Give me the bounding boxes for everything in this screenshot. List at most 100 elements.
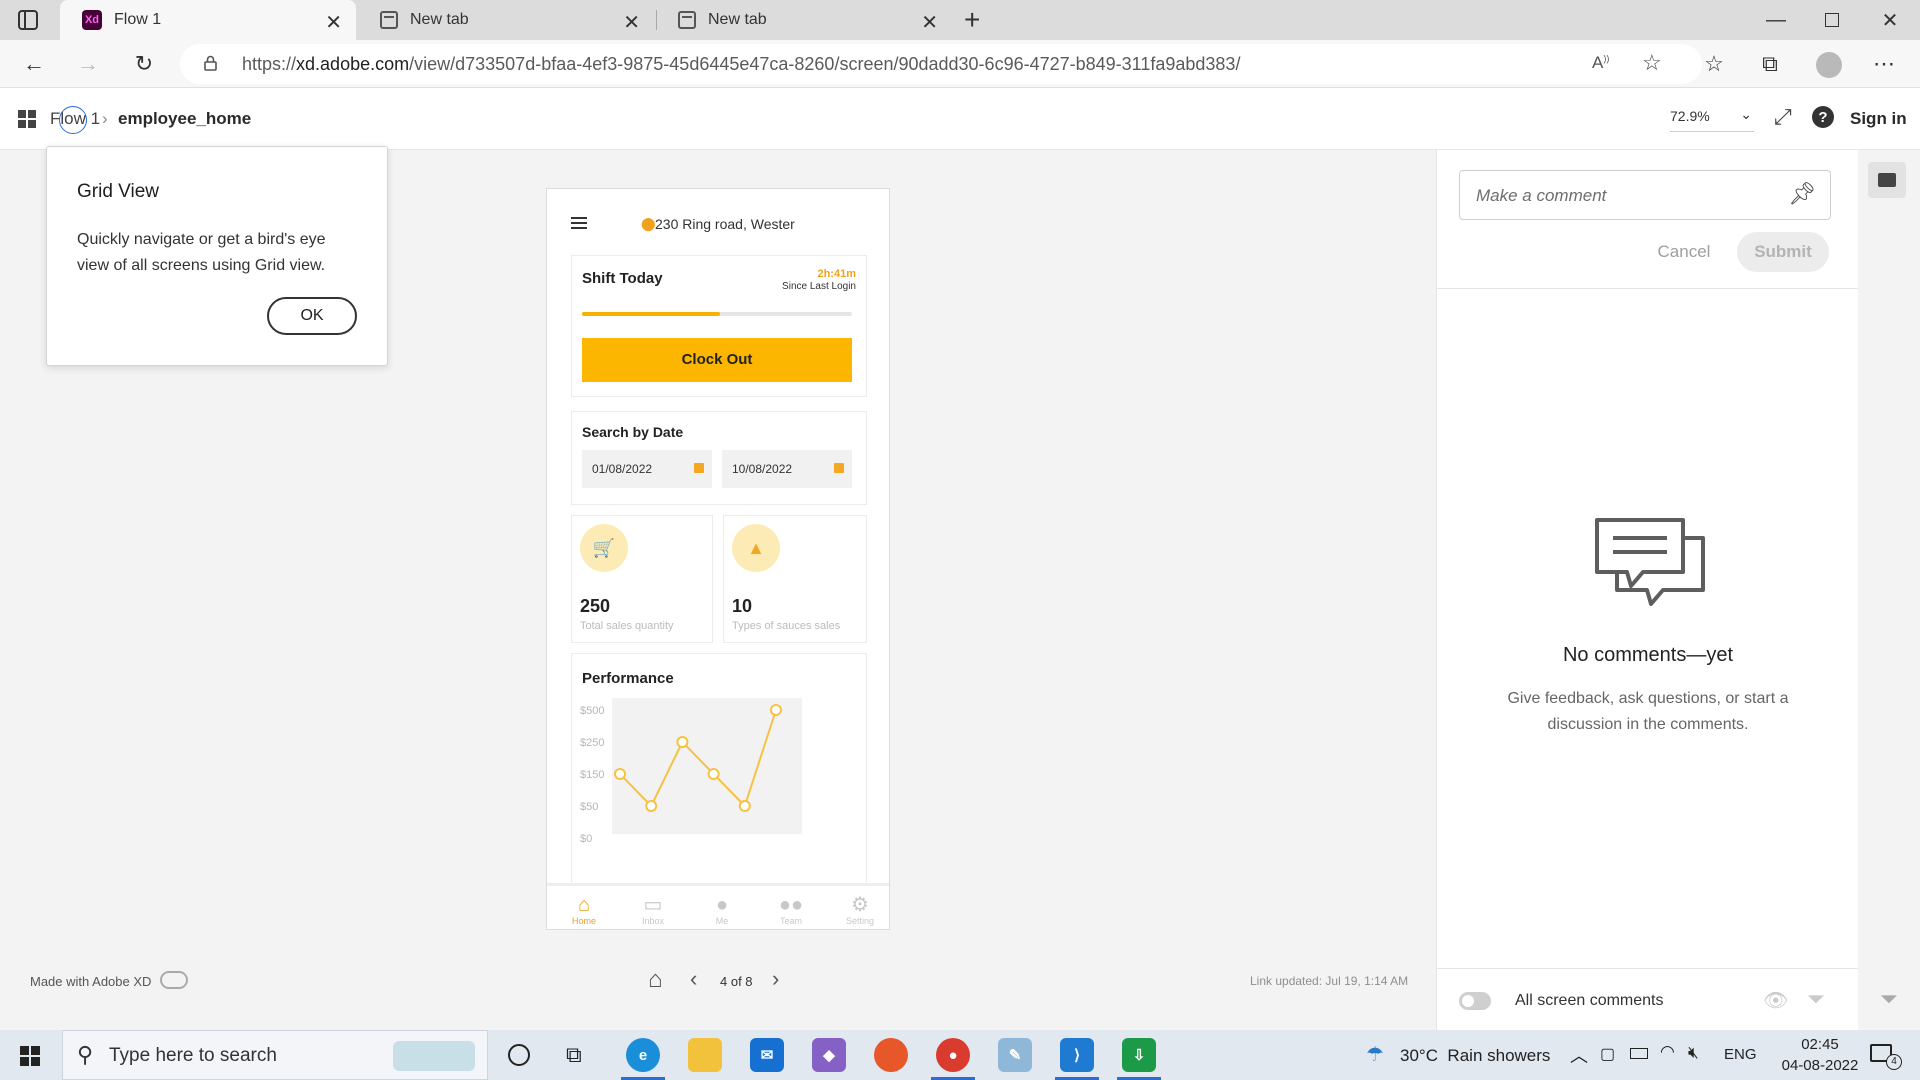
nav-label: Inbox xyxy=(641,916,665,926)
fullscreen-icon[interactable]: ⤢ xyxy=(1774,104,1792,130)
vscode-icon[interactable]: ⟩ xyxy=(1060,1038,1094,1072)
panel-divider xyxy=(1437,968,1859,969)
stat-card-sales: 🛒 250 Total sales quantity xyxy=(571,515,713,643)
comment-toggle-icon[interactable] xyxy=(1868,162,1906,198)
comment-placeholder: Make a comment xyxy=(1476,186,1607,205)
sauce-bottle-icon: ▲ xyxy=(732,524,780,572)
sign-in-link[interactable]: Sign in xyxy=(1850,109,1907,129)
stat-value: 10 xyxy=(732,596,753,616)
show-hidden-icons[interactable]: ︿ xyxy=(1570,1042,1588,1068)
back-arrow-icon[interactable]: ← xyxy=(16,48,52,80)
weather-icon[interactable]: ☂ xyxy=(1366,1042,1384,1067)
filter-icon[interactable]: ⏷ xyxy=(1807,986,1825,1012)
nav-home[interactable]: ⌂ Home xyxy=(554,894,614,926)
dialog-body: Quickly navigate or get a bird's eye vie… xyxy=(77,231,326,274)
firefox-icon[interactable] xyxy=(874,1038,908,1072)
clock-time[interactable]: 02:45 xyxy=(1790,1036,1850,1053)
home-icon[interactable]: ⌂ xyxy=(648,966,663,994)
volume-muted-icon[interactable]: 🔇︎ xyxy=(1688,1043,1699,1063)
date-from-field[interactable]: 01/08/2022 xyxy=(582,450,712,488)
mail-icon[interactable]: ✉ xyxy=(750,1038,784,1072)
new-tab-icon xyxy=(380,11,398,29)
panel-divider xyxy=(1437,288,1859,289)
previous-screen-button[interactable]: ‹ xyxy=(690,966,697,992)
download-app-icon[interactable]: ⇩ xyxy=(1122,1038,1156,1072)
hide-comments-icon[interactable]: 👁 xyxy=(1763,988,1788,1013)
close-icon[interactable]: ✕ xyxy=(325,10,342,35)
close-icon[interactable]: ✕ xyxy=(921,10,938,35)
taskbar-search-box[interactable]: ⚲ Type here to search xyxy=(62,1030,488,1080)
date-to-value: 10/08/2022 xyxy=(732,462,793,476)
tab-new-tab-1[interactable]: New tab ✕ xyxy=(358,0,654,40)
chrome-icon[interactable]: ● xyxy=(936,1038,970,1072)
nav-setting[interactable]: ⚙ Setting xyxy=(830,894,889,926)
search-title: Search by Date xyxy=(582,424,684,440)
new-tab-button[interactable]: + xyxy=(964,4,980,36)
person-icon: ● xyxy=(715,894,729,916)
meet-now-icon[interactable]: ▢ xyxy=(1600,1044,1615,1064)
link-updated: Link updated: Jul 19, 1:14 AM xyxy=(1250,974,1409,988)
zoom-select[interactable]: 72.9% ⌄ xyxy=(1670,106,1754,132)
close-icon[interactable]: ✕ xyxy=(623,10,640,35)
date-to-field[interactable]: 10/08/2022 xyxy=(722,450,852,488)
help-icon[interactable]: ? xyxy=(1812,106,1834,128)
restore-button[interactable] xyxy=(1804,0,1860,40)
minimize-button[interactable]: — xyxy=(1748,0,1804,40)
hamburger-menu-icon[interactable] xyxy=(571,217,587,229)
performance-title: Performance xyxy=(582,670,674,687)
nav-inbox[interactable]: ▭ Inbox xyxy=(623,894,683,926)
tab-actions-icon[interactable] xyxy=(18,10,38,30)
read-aloud-icon[interactable]: A)) xyxy=(1592,53,1609,73)
task-view-icon[interactable]: ⧉ xyxy=(566,1042,582,1068)
chat-bubbles-icon xyxy=(1595,518,1705,606)
address-bar[interactable]: https://xd.adobe.com/view/d733507d-bfaa-… xyxy=(180,44,1702,84)
filter-icon[interactable]: ⏷ xyxy=(1880,986,1898,1012)
submit-button[interactable]: Submit xyxy=(1737,232,1829,272)
add-favorite-icon[interactable]: ☆ xyxy=(1642,50,1662,76)
y-tick-label: $250 xyxy=(580,737,604,749)
grid-view-icon[interactable] xyxy=(18,110,36,128)
breadcrumb-screen: employee_home xyxy=(118,109,252,128)
data-point xyxy=(645,800,658,812)
refresh-icon[interactable]: ↻ xyxy=(126,48,162,80)
visual-studio-icon[interactable]: ◆ xyxy=(812,1038,846,1072)
tab-label: New tab xyxy=(410,11,469,28)
file-explorer-icon[interactable] xyxy=(688,1038,722,1072)
location-text: 230 Ring road, Wester xyxy=(655,216,795,232)
home-icon: ⌂ xyxy=(577,894,591,916)
clock-date[interactable]: 04-08-2022 xyxy=(1766,1057,1874,1074)
search-icon: ⚲ xyxy=(77,1042,94,1067)
weather-text[interactable]: 30°C Rain showers xyxy=(1400,1046,1550,1066)
paint-icon[interactable]: ✎ xyxy=(998,1038,1032,1072)
prototype-screen[interactable]: ⬤ 230 Ring road, Wester Shift Today 2h:4… xyxy=(546,188,890,930)
ok-button[interactable]: OK xyxy=(267,297,357,335)
page-indicator: 4 of 8 xyxy=(720,974,753,989)
forward-arrow-icon[interactable]: → xyxy=(70,48,106,80)
profile-avatar[interactable] xyxy=(1816,52,1842,78)
more-options-icon[interactable]: ⋯ xyxy=(1866,48,1902,80)
collections-icon[interactable]: ⧉ xyxy=(1752,48,1788,80)
tab-flow-1[interactable]: Xd Flow 1 ✕ xyxy=(60,0,356,40)
cancel-button[interactable]: Cancel xyxy=(1637,232,1731,272)
nav-me[interactable]: ● Me xyxy=(692,894,752,926)
nav-team[interactable]: ●● Team xyxy=(761,894,821,926)
window-close-button[interactable]: ✕ xyxy=(1862,0,1918,40)
battery-icon[interactable] xyxy=(1630,1048,1648,1059)
stat-label: Types of sauces sales xyxy=(732,620,841,632)
wifi-icon[interactable]: ◠ xyxy=(1660,1042,1675,1062)
language-indicator[interactable]: ENG xyxy=(1724,1046,1757,1063)
all-screen-comments-toggle[interactable] xyxy=(1459,992,1491,1010)
data-point xyxy=(707,768,720,780)
next-screen-button[interactable]: › xyxy=(772,966,779,992)
lock-icon[interactable] xyxy=(204,55,217,71)
clock-out-button[interactable]: Clock Out xyxy=(582,338,852,382)
windows-start-icon[interactable] xyxy=(20,1046,40,1066)
pin-icon[interactable]: 📌︎ xyxy=(1788,181,1816,207)
shift-progress-fill xyxy=(582,312,720,316)
edge-icon[interactable]: e xyxy=(626,1038,660,1072)
favorites-icon[interactable]: ☆ xyxy=(1696,48,1732,80)
cortana-icon[interactable] xyxy=(508,1044,530,1066)
shift-time: 2h:41m xyxy=(817,268,856,280)
tab-new-tab-2[interactable]: New tab ✕ xyxy=(656,0,952,40)
comment-input[interactable]: Make a comment 📌︎ xyxy=(1459,170,1831,220)
